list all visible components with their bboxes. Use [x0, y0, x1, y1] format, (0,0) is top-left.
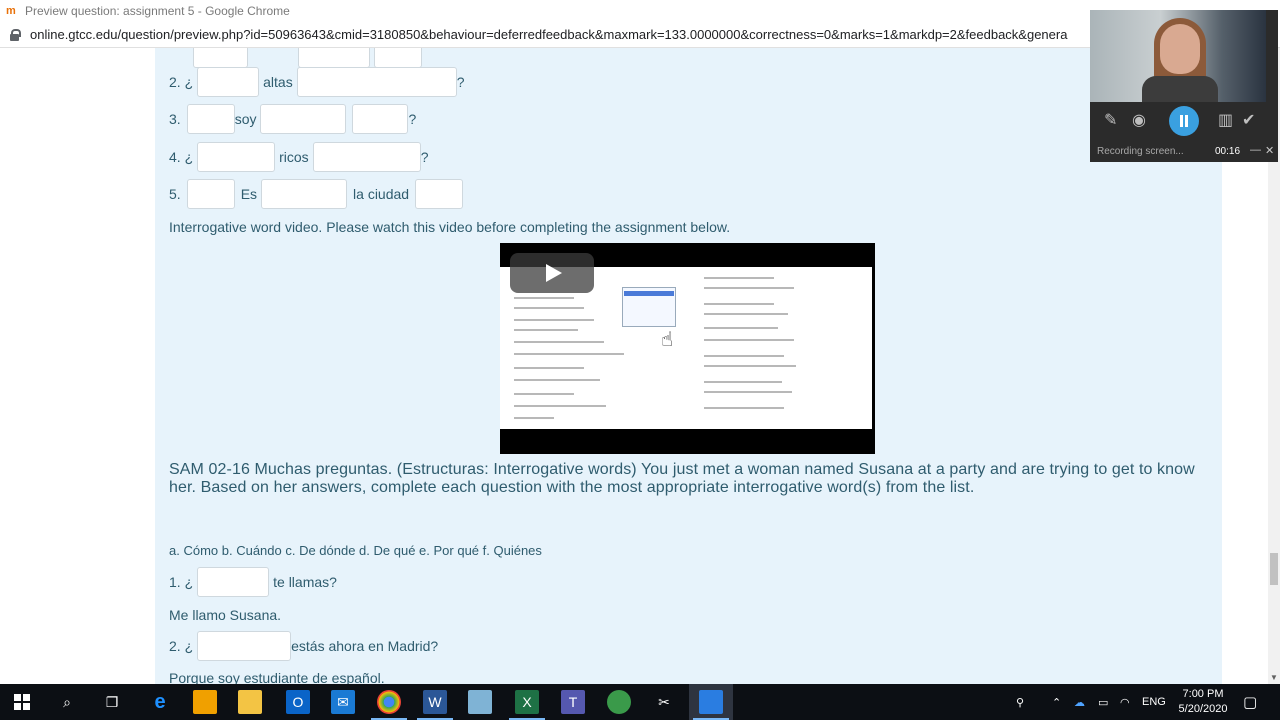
file-explorer-icon[interactable] — [238, 690, 262, 714]
question-suffix: te llamas? — [273, 574, 337, 590]
question-word: Es — [240, 186, 258, 202]
start-icon[interactable] — [10, 690, 34, 714]
pause-button[interactable] — [1169, 106, 1199, 136]
notifications-icon[interactable]: ▢ — [1243, 684, 1257, 720]
clock-time: 7:00 PM — [1182, 688, 1224, 700]
webcam-icon[interactable]: ◉ — [1132, 110, 1146, 130]
answer-input[interactable] — [374, 48, 422, 68]
answer-input[interactable] — [260, 104, 347, 134]
question-row-q2: 2. ¿ estás ahora en Madrid? — [169, 631, 438, 661]
done-check-icon[interactable]: ✔ — [1242, 110, 1255, 130]
question-word: soy — [234, 111, 257, 127]
trash-icon[interactable]: ▥ — [1218, 110, 1233, 130]
moodle-favicon-icon: m — [6, 5, 16, 17]
question-number: 3. — [169, 111, 181, 127]
answer-input[interactable] — [261, 179, 348, 209]
question-row-q1: 1. ¿ te llamas? — [169, 567, 341, 597]
page-viewport: 2. ¿ altas ? 3. soy ? 4. ¿ ricos ? 5. Es… — [0, 48, 1268, 684]
webcam-preview — [1090, 10, 1266, 102]
chrome-icon[interactable] — [377, 690, 401, 714]
question-end: ? — [420, 149, 429, 165]
clock-date: 5/20/2020 — [1178, 703, 1228, 715]
edge-icon[interactable]: e — [148, 690, 172, 714]
question-word: la ciudad — [353, 186, 410, 202]
question-row-5: 5. Es la ciudad — [169, 179, 464, 209]
question-end: ? — [408, 111, 417, 127]
question-row-4: 4. ¿ ricos ? — [169, 142, 428, 172]
scroll-down-icon[interactable]: ▼ — [1270, 673, 1278, 682]
language-indicator[interactable]: ENG — [1142, 684, 1166, 720]
answer-input[interactable] — [312, 142, 421, 172]
teams-icon[interactable]: T — [561, 690, 585, 714]
question-number: 2. ¿ — [169, 74, 194, 90]
globe-icon[interactable] — [607, 690, 631, 714]
answer-input[interactable] — [186, 179, 235, 209]
recorder-app-icon[interactable] — [699, 690, 723, 714]
task-view-icon[interactable]: ❐ — [100, 690, 124, 714]
windows-taskbar: ⌕ ❐ e O ✉ W X T ✂ ⚲ ⌃ ☁ ▭ ◠ ENG 7:00 PM … — [0, 684, 1280, 720]
system-clock[interactable]: 7:00 PM 5/20/2020 — [1170, 687, 1236, 717]
window-title: Preview question: assignment 5 - Google … — [25, 4, 290, 18]
people-icon[interactable]: ⚲ — [1016, 684, 1024, 720]
store-icon[interactable] — [193, 690, 217, 714]
video-intro-text: Interrogative word video. Please watch t… — [169, 219, 731, 235]
close-icon[interactable]: ✕ — [1265, 144, 1274, 157]
battery-icon[interactable]: ▭ — [1098, 684, 1108, 720]
notepad-icon[interactable] — [468, 690, 492, 714]
answer-input[interactable] — [298, 48, 370, 68]
question-row-3: 3. soy ? — [169, 104, 416, 134]
show-hidden-icons-icon[interactable]: ⌃ — [1052, 684, 1061, 720]
answer-input[interactable] — [193, 48, 248, 68]
question-prefix: 1. ¿ — [169, 574, 194, 590]
url-text[interactable]: online.gtcc.edu/question/preview.php?id=… — [30, 27, 1110, 42]
answer-text: Me llamo Susana. — [169, 607, 282, 623]
video-player[interactable]: ☝ — [500, 243, 875, 454]
outlook-icon[interactable]: O — [286, 690, 310, 714]
question-suffix: estás ahora en Madrid? — [291, 638, 439, 654]
question-row-2: 2. ¿ altas ? — [169, 67, 465, 97]
answer-input[interactable] — [352, 104, 409, 134]
address-bar[interactable]: online.gtcc.edu/question/preview.php?id=… — [0, 22, 1280, 48]
question-row-partial — [169, 48, 422, 68]
options-list: a. Cómo b. Cuándo c. De dónde d. De qué … — [169, 543, 542, 558]
hand-cursor-icon: ☝ — [661, 329, 674, 351]
question-end: ? — [456, 74, 465, 90]
question-number: 5. — [169, 186, 181, 202]
answer-text: Porque soy estudiante de español. — [169, 670, 385, 684]
word-icon[interactable]: W — [423, 690, 447, 714]
answer-input[interactable] — [197, 142, 276, 172]
play-button[interactable] — [510, 253, 594, 293]
onedrive-icon[interactable]: ☁ — [1074, 684, 1085, 720]
answer-input[interactable] — [197, 567, 270, 597]
answer-input[interactable] — [296, 67, 457, 97]
question-word: altas — [263, 74, 293, 90]
question-prefix: 2. ¿ — [169, 638, 194, 654]
question-number: 4. ¿ — [169, 149, 194, 165]
lock-icon[interactable] — [10, 28, 21, 41]
pen-icon[interactable]: ✎ — [1104, 110, 1117, 130]
screen-recorder-widget: ✎ ◉ ▥ ✔ Recording screen... 00:16 — ✕ — [1090, 10, 1278, 162]
question-word: ricos — [279, 149, 309, 165]
minimize-icon[interactable]: — — [1250, 144, 1261, 156]
recording-timer: 00:16 — [1215, 146, 1241, 157]
mail-icon[interactable]: ✉ — [331, 690, 355, 714]
answer-input[interactable] — [186, 104, 235, 134]
answer-input[interactable] — [415, 179, 464, 209]
question-heading: SAM 02-16 Muchas preguntas. (Estructuras… — [169, 461, 1195, 496]
recording-status: Recording screen... — [1097, 146, 1184, 157]
excel-icon[interactable]: X — [515, 690, 539, 714]
question-content: 2. ¿ altas ? 3. soy ? 4. ¿ ricos ? 5. Es… — [155, 48, 1222, 684]
scroll-thumb[interactable] — [1270, 553, 1278, 585]
snip-icon[interactable]: ✂ — [652, 690, 676, 714]
answer-input[interactable] — [197, 631, 292, 661]
wifi-icon[interactable]: ◠ — [1120, 684, 1130, 720]
search-icon[interactable]: ⌕ — [55, 690, 79, 714]
browser-titlebar: m Preview question: assignment 5 - Googl… — [0, 0, 1280, 22]
answer-input[interactable] — [197, 67, 260, 97]
